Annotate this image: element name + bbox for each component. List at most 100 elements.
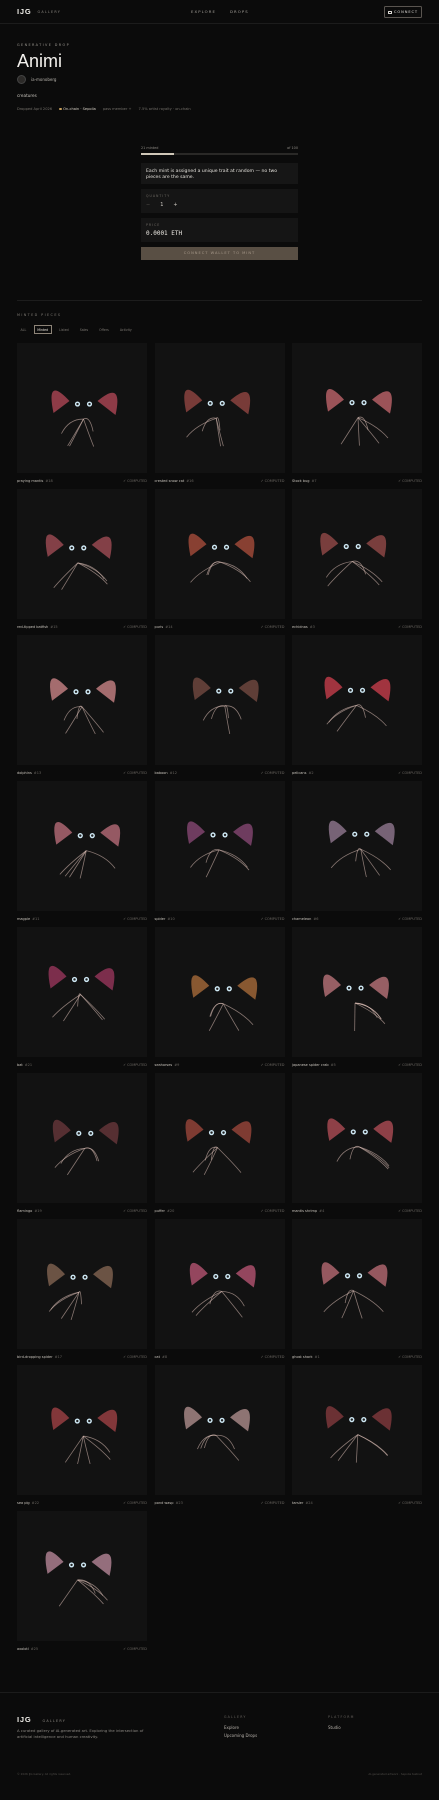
check-icon: ✓ xyxy=(398,917,402,921)
filter-tab-activity[interactable]: Activity xyxy=(116,325,135,334)
footer-link-explore[interactable]: Explore xyxy=(224,1725,257,1730)
piece-card[interactable]: bird-dropping spider #17 ✓COMPUTED xyxy=(17,1219,147,1365)
piece-card[interactable]: praying mantis #18 ✓COMPUTED xyxy=(17,343,147,489)
piece-card[interactable]: ghost shark #1 ✓COMPUTED xyxy=(292,1219,422,1365)
piece-caption: red-tipped batfish #15 ✓COMPUTED xyxy=(17,619,147,635)
mint-note: Each mint is assigned a unique trait at … xyxy=(141,162,298,184)
piece-number: #10 xyxy=(167,917,175,921)
piece-artwork[interactable] xyxy=(17,635,147,765)
piece-artwork[interactable] xyxy=(17,1365,147,1495)
piece-caption: chameleon #6 ✓COMPUTED xyxy=(292,911,422,927)
piece-card[interactable]: sea pig #22 ✓COMPUTED xyxy=(17,1365,147,1511)
piece-artwork[interactable] xyxy=(154,927,285,1057)
piece-artwork[interactable] xyxy=(17,489,147,619)
piece-artwork[interactable] xyxy=(17,1511,147,1641)
piece-card[interactable]: crested snow cat #16 ✓COMPUTED xyxy=(154,343,285,489)
piece-artwork[interactable] xyxy=(292,927,422,1057)
increment-button[interactable]: + xyxy=(173,202,177,208)
mint-progress-bar xyxy=(141,153,298,155)
piece-card[interactable]: puffer #20 ✓COMPUTED xyxy=(154,1073,285,1219)
piece-artwork[interactable] xyxy=(154,1365,285,1495)
check-icon: ✓ xyxy=(123,1355,127,1359)
check-icon: ✓ xyxy=(260,917,264,921)
filter-tab-sales[interactable]: Sales xyxy=(76,325,91,334)
creator-row[interactable]: ia-monoberg xyxy=(17,75,56,84)
piece-status: ✓COMPUTED xyxy=(398,479,422,483)
piece-card[interactable]: flamingo #19 ✓COMPUTED xyxy=(17,1073,147,1219)
nav-drops[interactable]: DROPS xyxy=(230,9,249,14)
piece-card[interactable]: bat #21 ✓COMPUTED xyxy=(17,927,147,1073)
piece-caption: baboon #12 ✓COMPUTED xyxy=(155,765,285,781)
piece-artwork[interactable] xyxy=(292,343,422,473)
piece-artwork[interactable] xyxy=(17,1073,147,1203)
piece-artwork[interactable] xyxy=(292,1219,422,1349)
piece-card[interactable]: puris #14 ✓COMPUTED xyxy=(154,489,285,635)
piece-artwork[interactable] xyxy=(17,343,147,473)
piece-card[interactable]: baboon #12 ✓COMPUTED xyxy=(154,635,285,781)
piece-artwork[interactable] xyxy=(292,489,422,619)
piece-name: axolotl #25 xyxy=(17,1647,39,1651)
piece-card[interactable]: pond wasp #23 ✓COMPUTED xyxy=(154,1365,285,1511)
piece-name: bat #21 xyxy=(17,1063,33,1067)
footer-divider xyxy=(0,1692,439,1693)
piece-card[interactable]: tarsier #24 ✓COMPUTED xyxy=(292,1365,422,1511)
check-icon: ✓ xyxy=(123,1209,127,1213)
footer-link-upcoming[interactable]: Upcoming Drops xyxy=(224,1733,257,1738)
pass-price: pass member + xyxy=(102,107,132,111)
footer-bottom: © 2026 IJG Gallery. All rights reserved.… xyxy=(17,1772,422,1776)
filter-tab-minted[interactable]: Minted xyxy=(33,325,52,334)
piece-card[interactable]: chameleon #6 ✓COMPUTED xyxy=(292,781,422,927)
check-icon: ✓ xyxy=(123,1501,127,1505)
piece-name: pelicans #2 xyxy=(292,771,314,775)
royalty-info: 7.5% artist royalty · on-chain xyxy=(138,107,191,111)
piece-artwork[interactable] xyxy=(17,781,147,911)
piece-card[interactable]: spider #10 ✓COMPUTED xyxy=(154,781,285,927)
piece-artwork[interactable] xyxy=(154,1073,285,1203)
footer-logo[interactable]: IJG GALLERY xyxy=(17,1715,66,1724)
footer-tagline: A curated gallery of AI-generated art. E… xyxy=(17,1728,144,1739)
logo[interactable]: IJG xyxy=(17,7,32,16)
piece-number: #16 xyxy=(186,479,194,483)
piece-artwork[interactable] xyxy=(154,635,285,765)
piece-artwork[interactable] xyxy=(292,781,422,911)
decrement-button[interactable]: − xyxy=(146,202,150,208)
connect-button[interactable]: CONNECT xyxy=(384,6,422,18)
nav-explore[interactable]: EXPLORE xyxy=(191,9,216,14)
filter-tab-listed[interactable]: Listed xyxy=(56,325,73,334)
piece-artwork[interactable] xyxy=(292,1073,422,1203)
piece-card[interactable]: red-tipped batfish #15 ✓COMPUTED xyxy=(17,489,147,635)
mint-button[interactable]: CONNECT WALLET TO MINT xyxy=(141,246,298,260)
piece-card[interactable]: pelicans #2 ✓COMPUTED xyxy=(292,635,422,781)
piece-number: #20 xyxy=(166,1209,175,1213)
piece-status: ✓COMPUTED xyxy=(398,625,422,629)
quantity-value[interactable]: 1 xyxy=(160,202,163,208)
piece-artwork[interactable] xyxy=(292,1365,422,1495)
footer-link-studio[interactable]: Studio xyxy=(328,1725,355,1730)
piece-artwork[interactable] xyxy=(154,781,285,911)
piece-status: ✓COMPUTED xyxy=(260,625,285,629)
piece-artwork[interactable] xyxy=(154,343,285,473)
piece-card[interactable]: axolotl #25 ✓COMPUTED xyxy=(17,1511,147,1657)
piece-artwork[interactable] xyxy=(17,1219,147,1349)
piece-card[interactable]: seahorses #9 ✓COMPUTED xyxy=(154,927,285,1073)
check-icon: ✓ xyxy=(260,1063,264,1067)
piece-artwork[interactable] xyxy=(292,635,422,765)
piece-artwork[interactable] xyxy=(154,489,285,619)
filter-tab-offers[interactable]: Offers xyxy=(96,325,113,334)
check-icon: ✓ xyxy=(398,1209,402,1213)
creator-name[interactable]: ia-monoberg xyxy=(31,77,56,82)
piece-name: Stock bug #7 xyxy=(292,479,317,483)
piece-card[interactable]: mantis shrimp #4 ✓COMPUTED xyxy=(292,1073,422,1219)
piece-card[interactable]: Stock bug #7 ✓COMPUTED xyxy=(292,343,422,489)
piece-card[interactable]: echidnas #3 ✓COMPUTED xyxy=(292,489,422,635)
mint-panel: 21 minted of 100 Each mint is assigned a… xyxy=(141,146,298,260)
piece-card[interactable]: magpie #11 ✓COMPUTED xyxy=(17,781,147,927)
piece-card[interactable]: dolphins #13 ✓COMPUTED xyxy=(17,635,147,781)
piece-caption: japanese spider crab #5 ✓COMPUTED xyxy=(292,1057,422,1073)
piece-artwork[interactable] xyxy=(154,1219,285,1349)
supply-count: of 100 xyxy=(287,146,298,150)
piece-card[interactable]: japanese spider crab #5 ✓COMPUTED xyxy=(292,927,422,1073)
filter-tab-all[interactable]: ALL xyxy=(17,325,30,334)
piece-artwork[interactable] xyxy=(17,927,147,1057)
piece-card[interactable]: cat #8 ✓COMPUTED xyxy=(154,1219,285,1365)
